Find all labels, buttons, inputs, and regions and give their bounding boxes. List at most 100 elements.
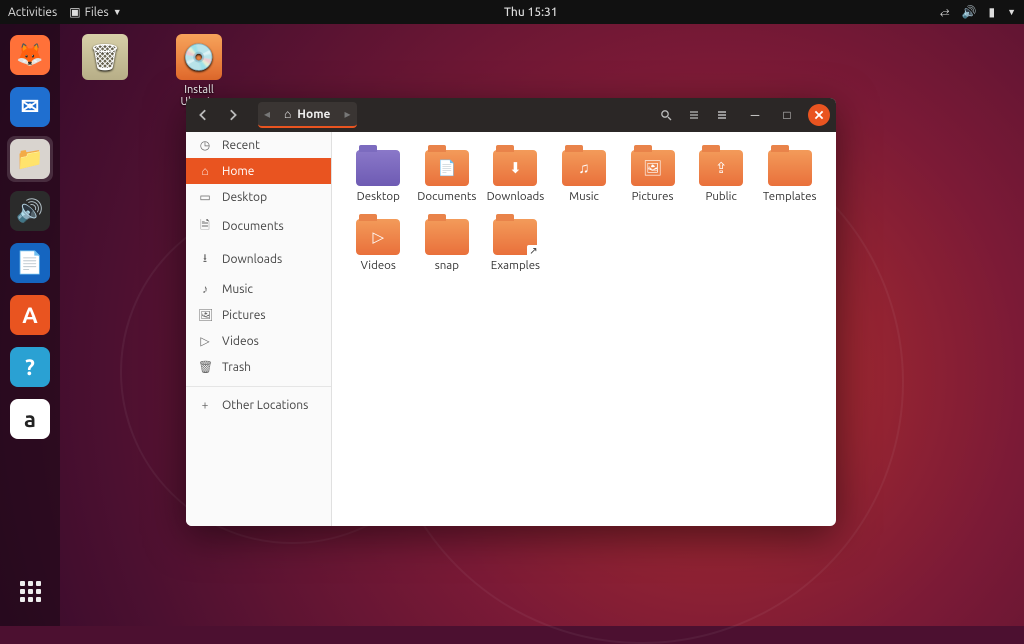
sidebar-item-label: Pictures [222,309,266,322]
pictures-icon: 🖼 [198,308,212,322]
sidebar-item-label: Music [222,283,253,296]
desktop-trash[interactable]: 🗑 [70,34,140,120]
folder-label: Music [569,190,599,203]
network-icon[interactable]: ⥄ [940,5,950,19]
folder-icon: 🖼 [631,150,675,186]
folder-icon [425,219,469,255]
hamburger-menu-button[interactable] [710,103,734,127]
folder-examples[interactable]: ↗ Examples [481,215,550,276]
back-button[interactable] [192,103,216,127]
folder-music[interactable]: ♫ Music [550,146,619,207]
folder-templates[interactable]: Templates [755,146,824,207]
files-icon: ▣ [69,5,80,19]
list-view-button[interactable] [682,103,706,127]
folder-icon: 📄 [425,150,469,186]
battery-icon[interactable]: ▮ [988,5,995,19]
sidebar-item-label: Home [222,165,254,178]
folder-snap[interactable]: snap [413,215,482,276]
sidebar-item-music[interactable]: ♪ Music [186,276,331,302]
desktop-icon: ▭ [198,190,212,204]
folder-label: Templates [763,190,817,203]
amazon-icon: a [10,399,50,439]
folder-label: Videos [361,259,396,272]
folder-videos[interactable]: ▷ Videos [344,215,413,276]
files-icon: 📁 [10,139,50,179]
system-menu-chevron-icon[interactable]: ▼ [1007,7,1016,17]
clock-icon: ◷ [198,138,212,152]
sidebar-separator [186,386,331,387]
sidebar-item-desktop[interactable]: ▭ Desktop [186,184,331,210]
sidebar-item-label: Desktop [222,191,267,204]
dock-files[interactable]: 📁 [7,136,53,182]
sidebar-item-label: Videos [222,335,259,348]
apps-grid-icon [20,581,41,602]
sidebar-item-label: Recent [222,139,260,152]
music-icon: ♪ [198,282,212,296]
dock-amazon[interactable]: a [7,396,53,442]
top-panel: Activities ▣ Files ▼ Thu 15:31 ⥄ 🔊 ▮ ▼ [0,0,1024,24]
show-apps-button[interactable] [7,568,53,614]
folder-label: Documents [417,190,476,203]
volume-icon[interactable]: 🔊 [962,5,977,19]
chevron-down-icon: ▼ [113,7,122,17]
folder-label: Pictures [632,190,674,203]
folder-label: Examples [491,259,540,272]
firefox-icon: 🦊 [10,35,50,75]
clock[interactable]: Thu 15:31 [122,6,940,19]
videos-icon: ▷ [198,334,212,348]
dock-software[interactable]: A [7,292,53,338]
plus-icon: + [198,399,212,412]
shortcut-arrow-icon: ↗ [527,245,539,257]
folder-label: Public [705,190,736,203]
folder-icon [768,150,812,186]
home-icon: ⌂ [198,164,212,178]
thunderbird-icon: ✉ [10,87,50,127]
content-area[interactable]: Desktop 📄 Documents ⬇Downloads ♫ Music 🖼 Pictur… [332,132,836,526]
sidebar-item-documents[interactable]: 🗎Documents [186,210,331,243]
close-button[interactable] [808,104,830,126]
search-button[interactable] [654,103,678,127]
folder-public[interactable]: ⇪ Public [687,146,756,207]
forward-button[interactable] [220,103,244,127]
dock-firefox[interactable]: 🦊 [7,32,53,78]
folder-icon: ⬇ [493,150,537,186]
app-menu[interactable]: ▣ Files ▼ [69,5,121,19]
path-bar[interactable]: ◂ ⌂ Home ▸ [258,102,357,128]
minimize-button[interactable]: ─ [744,104,766,126]
activities-button[interactable]: Activities [8,6,57,19]
sidebar-item-other-locations[interactable]: + Other Locations [186,393,331,418]
files-window: ◂ ⌂ Home ▸ ─ □ ◷ Recent ⌂ Home ▭ Desktop 🗎Docu… [186,98,836,526]
folder-icon: ⇪ [699,150,743,186]
folder-label: Desktop [357,190,400,203]
dock-thunderbird[interactable]: ✉ [7,84,53,130]
folder-downloads[interactable]: ⬇Downloads [481,146,550,207]
path-segment-home[interactable]: ⌂ Home [274,107,340,121]
maximize-button[interactable]: □ [776,104,798,126]
sidebar-item-downloads[interactable]: ⭳Downloads [186,243,331,276]
path-prev-icon[interactable]: ◂ [260,107,274,121]
software-icon: A [10,295,50,335]
home-icon: ⌂ [284,107,291,121]
dock-help[interactable]: ? [7,344,53,390]
path-label: Home [297,108,330,121]
dock: 🦊 ✉ 📁 🔊 📄 A? a [0,24,60,626]
sidebar: ◷ Recent ⌂ Home ▭ Desktop 🗎Documents⭳Downloads… [186,132,332,526]
sidebar-item-label: Other Locations [222,399,308,412]
folder-pictures[interactable]: 🖼 Pictures [618,146,687,207]
sidebar-item-pictures[interactable]: 🖼 Pictures [186,302,331,328]
dock-writer[interactable]: 📄 [7,240,53,286]
folder-icon: ▷ [356,219,400,255]
folder-icon: ♫ [562,150,606,186]
path-next-icon[interactable]: ▸ [340,107,354,121]
sidebar-item-trash[interactable]: 🗑Trash [186,354,331,380]
sidebar-item-home[interactable]: ⌂ Home [186,158,331,184]
folder-desktop[interactable]: Desktop [344,146,413,207]
sidebar-item-videos[interactable]: ▷ Videos [186,328,331,354]
downloads-icon: ⭳ [198,249,212,270]
sidebar-item-recent[interactable]: ◷ Recent [186,132,331,158]
folder-documents[interactable]: 📄 Documents [413,146,482,207]
folder-icon [356,150,400,186]
dock-rhythmbox[interactable]: 🔊 [7,188,53,234]
titlebar[interactable]: ◂ ⌂ Home ▸ ─ □ [186,98,836,132]
rhythmbox-icon: 🔊 [10,191,50,231]
